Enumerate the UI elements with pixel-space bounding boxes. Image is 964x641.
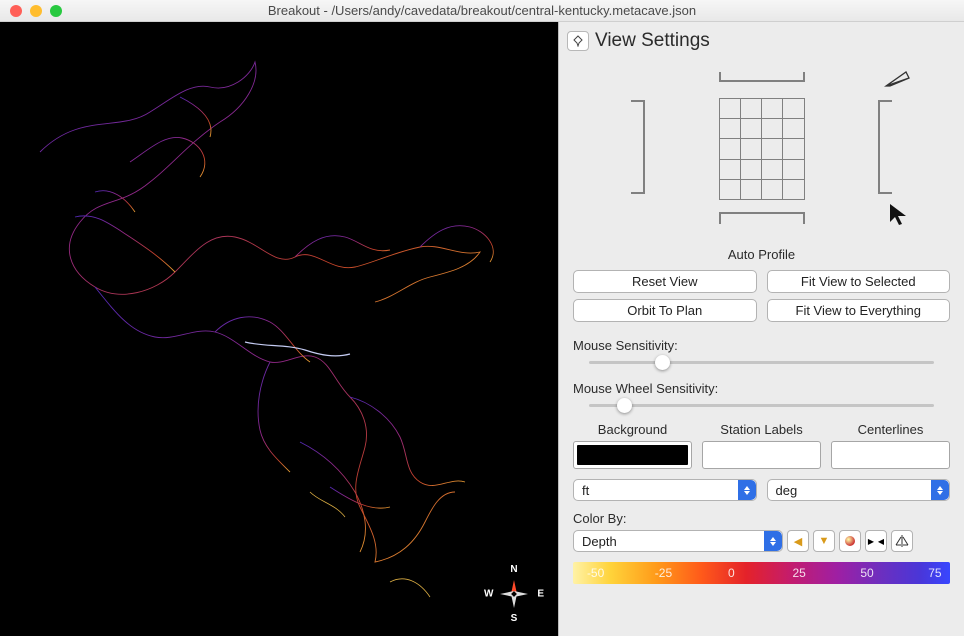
mouse-sensitivity-slider[interactable]	[589, 355, 934, 369]
color-ramp[interactable]: -50 -25 0 25 50 75	[573, 562, 950, 584]
ramp-tick: 25	[793, 566, 806, 580]
pin-panel-button[interactable]	[567, 31, 589, 51]
mouse-sensitivity-label: Mouse Sensitivity:	[559, 332, 964, 355]
auto-profile-label: Auto Profile	[573, 247, 950, 262]
mirror-icon	[895, 535, 909, 547]
station-labels-color-label: Station Labels	[702, 422, 821, 437]
pin-icon	[572, 35, 584, 47]
background-color-swatch[interactable]	[573, 441, 692, 469]
left-view-button[interactable]	[631, 100, 645, 194]
bottom-view-button[interactable]	[719, 212, 805, 224]
centerlines-color-label: Centerlines	[831, 422, 950, 437]
chevron-updown-icon	[738, 480, 756, 500]
compass-rose-icon	[500, 580, 528, 608]
centerlines-color-swatch[interactable]	[831, 441, 950, 469]
compass-s: S	[511, 613, 518, 624]
compass-w: W	[484, 589, 493, 600]
panel-title: View Settings	[595, 30, 710, 52]
color-by-row: Depth ◀ ▼ ▶◀	[559, 528, 964, 556]
flag-down-button[interactable]: ▼	[813, 530, 835, 552]
view-buttons: Reset View Fit View to Selected Orbit To…	[559, 264, 964, 332]
right-view-button[interactable]	[878, 100, 892, 194]
swap-button[interactable]: ▶◀	[865, 530, 887, 552]
cursor-icon[interactable]	[886, 202, 910, 226]
color-by-select[interactable]: Depth	[573, 530, 783, 552]
units-row: ft deg	[559, 473, 964, 505]
circle-icon	[845, 536, 855, 546]
reset-view-button[interactable]: Reset View	[573, 270, 757, 293]
slider-thumb[interactable]	[617, 398, 632, 413]
main-area: N S W E View Settings	[0, 22, 964, 636]
station-labels-color-swatch[interactable]	[702, 441, 821, 469]
window-title: Breakout - /Users/andy/cavedata/breakout…	[0, 3, 964, 18]
mirror-button[interactable]	[891, 530, 913, 552]
flag-down-icon: ▼	[819, 535, 830, 547]
view-diagram: Auto Profile	[573, 62, 950, 262]
chevron-updown-icon	[764, 531, 782, 551]
settings-panel: View Settings Auto Profile Reset View Fi…	[558, 22, 964, 636]
titlebar: Breakout - /Users/andy/cavedata/breakout…	[0, 0, 964, 22]
wheel-sensitivity-label: Mouse Wheel Sensitivity:	[559, 375, 964, 398]
compass-n: N	[510, 564, 517, 575]
panel-header: View Settings	[559, 22, 964, 58]
wheel-sensitivity-slider[interactable]	[589, 398, 934, 412]
ramp-tick: -25	[655, 566, 672, 580]
angle-units-select[interactable]: deg	[767, 479, 951, 501]
fit-everything-button[interactable]: Fit View to Everything	[767, 299, 951, 322]
color-by-label: Color By:	[559, 505, 964, 528]
arrow-right-icon: ▶	[866, 537, 876, 546]
perspective-icon[interactable]	[884, 70, 910, 88]
close-window-icon[interactable]	[10, 5, 22, 17]
background-color-label: Background	[573, 422, 692, 437]
flag-left-button[interactable]: ◀	[787, 530, 809, 552]
cave-render	[0, 22, 558, 636]
fit-selected-button[interactable]: Fit View to Selected	[767, 270, 951, 293]
chevron-updown-icon	[931, 480, 949, 500]
flag-left-icon: ◀	[794, 535, 802, 548]
slider-thumb[interactable]	[655, 355, 670, 370]
ramp-tick: 0	[728, 566, 735, 580]
compass-rose: N S W E	[484, 564, 544, 624]
ramp-tick: 75	[928, 566, 941, 580]
view-grid[interactable]	[719, 98, 805, 200]
color-swatches-row: Background Station Labels Centerlines	[559, 418, 964, 473]
orbit-plan-button[interactable]: Orbit To Plan	[573, 299, 757, 322]
ramp-tick: -50	[587, 566, 604, 580]
arrow-left-icon: ◀	[876, 537, 886, 546]
window-controls	[0, 5, 62, 17]
top-view-button[interactable]	[719, 72, 805, 82]
zoom-window-icon[interactable]	[50, 5, 62, 17]
distance-units-select[interactable]: ft	[573, 479, 757, 501]
viewport-3d[interactable]: N S W E	[0, 22, 558, 636]
compass-e: E	[537, 589, 544, 600]
minimize-window-icon[interactable]	[30, 5, 42, 17]
circle-button[interactable]	[839, 530, 861, 552]
ramp-tick: 50	[860, 566, 873, 580]
